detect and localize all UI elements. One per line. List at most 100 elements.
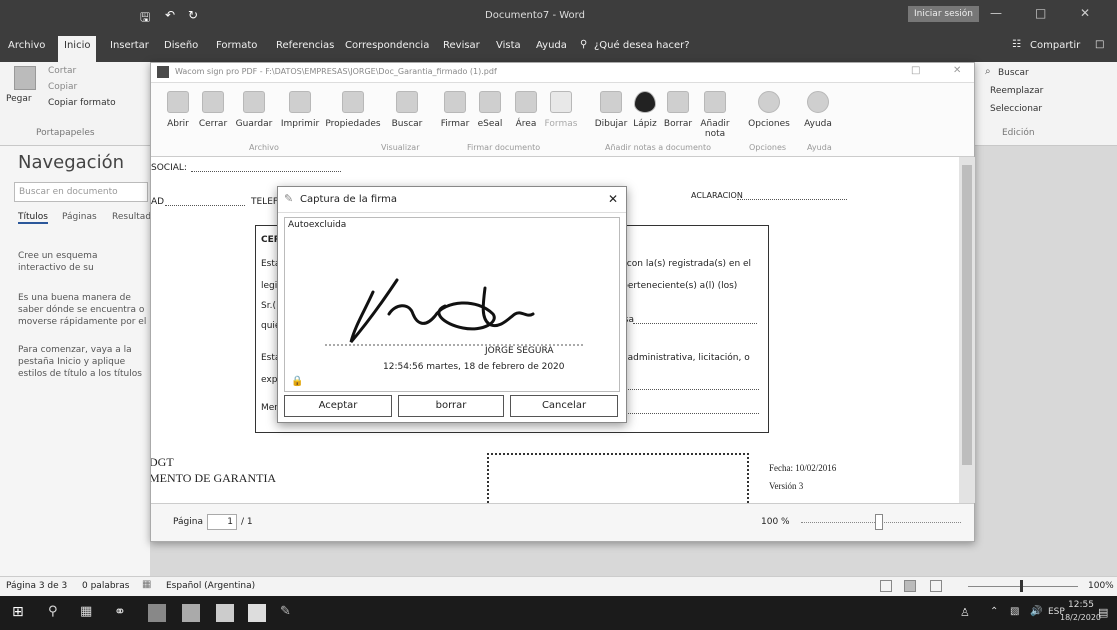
nav-hint-3: Para comenzar, vaya a la pestaña Inicio …	[18, 345, 142, 379]
clear-button[interactable]: borrar	[398, 395, 504, 417]
pdf-close-icon[interactable]: ✕	[953, 65, 961, 76]
tab-inicio[interactable]: Inicio	[58, 36, 97, 62]
eraser-button[interactable]: Borrar	[661, 87, 695, 129]
dialog-close-icon[interactable]: ✕	[608, 192, 618, 206]
redo-icon[interactable]: ↻	[188, 8, 198, 22]
undo-icon[interactable]: ↶	[165, 8, 175, 22]
word-page-count[interactable]: Página 3 de 3	[6, 581, 67, 591]
find-icon: ⌕	[985, 66, 991, 77]
word-zoom-thumb[interactable]	[1020, 580, 1023, 592]
options-label: Opciones	[748, 119, 790, 129]
tab-referencias[interactable]: Referencias	[276, 40, 334, 51]
clock-date[interactable]: 18/2/2020	[1060, 613, 1101, 622]
tab-revisar[interactable]: Revisar	[443, 40, 480, 51]
word-zoom-slider[interactable]	[968, 586, 1078, 587]
close-doc-button[interactable]: Cerrar	[197, 87, 229, 129]
eseal-button[interactable]: eSeal	[473, 87, 507, 129]
group-sign: Firmar documento	[467, 143, 541, 152]
share-button[interactable]: Compartir	[1030, 40, 1080, 51]
signature-pad[interactable]: Autoexcluida JORGE SEGURA 12:54:56 marte…	[284, 217, 620, 392]
volume-icon[interactable]: 🔊	[1030, 606, 1042, 617]
format-painter-button[interactable]: Copiar formato	[48, 98, 116, 108]
store-icon[interactable]	[182, 604, 200, 622]
add-note-button[interactable]: Añadir nota	[697, 87, 733, 139]
tab-vista[interactable]: Vista	[496, 40, 521, 51]
tell-me-box[interactable]: ¿Qué desea hacer?	[594, 40, 690, 51]
comments-icon[interactable]: □	[1095, 39, 1104, 50]
word-language[interactable]: Español (Argentina)	[166, 581, 255, 591]
notifications-icon[interactable]: ▤	[1098, 606, 1108, 619]
search-button[interactable]: Buscar	[389, 87, 425, 129]
doc-line	[737, 199, 847, 200]
options-button[interactable]: Opciones	[747, 87, 791, 129]
edge-icon[interactable]: ⚭	[114, 604, 132, 622]
taskbar-app-icon[interactable]	[148, 604, 166, 622]
close-icon[interactable]: ✕	[1080, 6, 1090, 20]
copy-button[interactable]: Copiar	[48, 82, 77, 92]
select-button[interactable]: Seleccionar	[990, 104, 1042, 114]
people-icon[interactable]: ♙	[960, 606, 970, 619]
read-mode-icon[interactable]	[880, 580, 892, 592]
save-doc-button[interactable]: Guardar	[233, 87, 275, 129]
print-layout-icon[interactable]	[904, 580, 916, 592]
print-button[interactable]: Imprimir	[277, 87, 323, 129]
doc-social: SOCIAL:	[151, 163, 187, 173]
nav-tab-titles[interactable]: Títulos	[18, 212, 48, 224]
wacom-taskbar-icon[interactable]: ✎	[280, 604, 298, 622]
pdf-toolbar: Abrir Cerrar Guardar Imprimir Propiedade…	[151, 83, 974, 157]
word-taskbar-icon[interactable]	[248, 604, 266, 622]
nav-search-input[interactable]: Buscar en documento	[14, 182, 148, 202]
clock-time[interactable]: 12:55	[1068, 600, 1094, 610]
mail-icon[interactable]	[216, 604, 234, 622]
task-view-icon[interactable]: ▦	[80, 604, 98, 622]
word-zoom-level[interactable]: 100%	[1088, 581, 1114, 591]
paste-button[interactable]: Pegar	[6, 94, 32, 104]
search-icon[interactable]: ⚲	[48, 604, 66, 622]
tab-correspondencia[interactable]: Correspondencia	[345, 40, 429, 51]
area-button[interactable]: Área	[511, 87, 541, 129]
cancel-button[interactable]: Cancelar	[510, 395, 618, 417]
network-icon[interactable]: ▧	[1010, 606, 1019, 617]
forms-icon	[550, 91, 572, 113]
doc-aclaracion: ACLARACION	[691, 191, 743, 200]
signer-name: JORGE SEGURA	[485, 346, 554, 356]
nav-tab-pages[interactable]: Páginas	[62, 212, 97, 222]
accept-button[interactable]: Aceptar	[284, 395, 392, 417]
pencil-button[interactable]: Lápiz	[631, 87, 659, 129]
tab-archivo[interactable]: Archivo	[8, 40, 45, 51]
paste-icon[interactable]	[14, 66, 36, 90]
maximize-icon[interactable]: □	[1035, 6, 1046, 20]
web-layout-icon[interactable]	[930, 580, 942, 592]
group-notes: Añadir notas a documento	[605, 143, 711, 152]
open-button[interactable]: Abrir	[163, 87, 193, 129]
tab-diseno[interactable]: Diseño	[164, 40, 198, 51]
cut-button[interactable]: Cortar	[48, 66, 76, 76]
minimize-icon[interactable]: —	[990, 6, 1002, 20]
draw-button[interactable]: Dibujar	[593, 87, 629, 129]
tab-formato[interactable]: Formato	[216, 40, 257, 51]
replace-button[interactable]: Reemplazar	[990, 86, 1043, 96]
forms-button[interactable]: Formas	[543, 87, 579, 129]
sign-in-button[interactable]: Iniciar sesión	[908, 6, 980, 22]
help-label: Ayuda	[804, 119, 832, 129]
properties-button[interactable]: Propiedades	[325, 87, 381, 129]
word-count[interactable]: 0 palabras	[82, 581, 129, 591]
sign-button[interactable]: Firmar	[437, 87, 473, 129]
find-button[interactable]: Buscar	[998, 68, 1029, 78]
close-doc-label: Cerrar	[198, 119, 228, 129]
tray-chevron-icon[interactable]: ⌃	[990, 606, 998, 617]
word-status-bar: Página 3 de 3 0 palabras ▦ Español (Arge…	[0, 576, 1117, 596]
tab-ayuda[interactable]: Ayuda	[536, 40, 567, 51]
doc-line	[191, 171, 341, 172]
signature-field[interactable]	[487, 453, 749, 503]
page-number-input[interactable]: 1	[207, 514, 237, 530]
windows-start-icon[interactable]: ⊞	[12, 604, 30, 622]
tab-insertar[interactable]: Insertar	[110, 40, 149, 51]
scroll-thumb[interactable]	[962, 165, 972, 465]
help-button[interactable]: Ayuda	[801, 87, 835, 129]
save-icon[interactable]: 🖫	[140, 8, 150, 29]
pdf-maximize-icon[interactable]: □	[911, 65, 920, 76]
pdf-vertical-scrollbar[interactable]	[959, 157, 975, 503]
pdf-zoom-thumb[interactable]	[875, 514, 883, 530]
proofing-icon[interactable]: ▦	[142, 579, 151, 590]
